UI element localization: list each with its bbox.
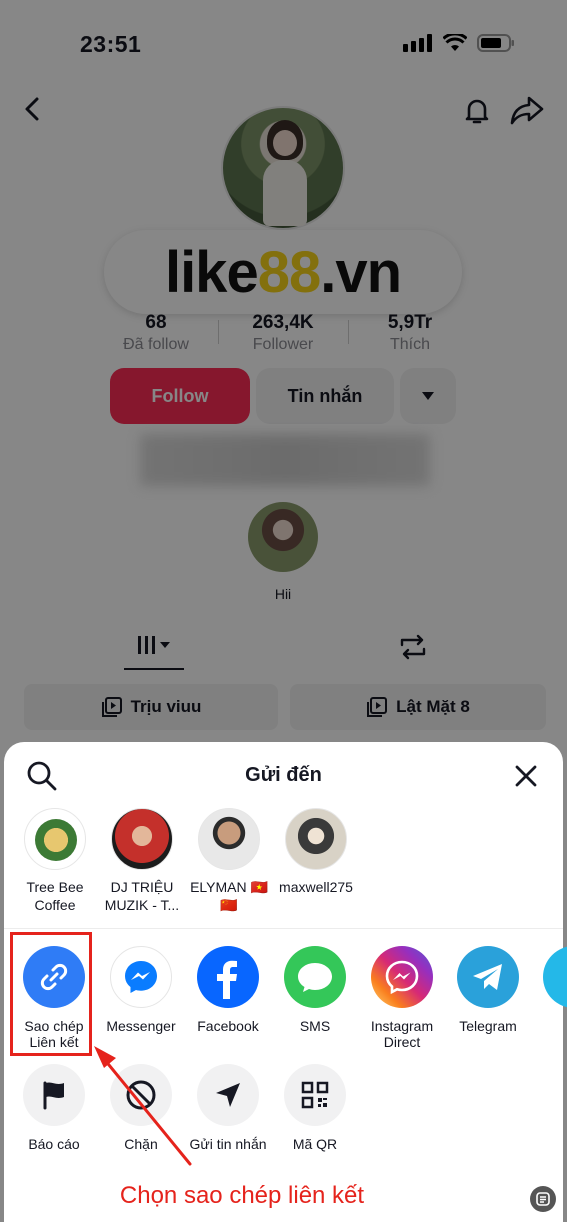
contact-avatar (111, 808, 173, 870)
sms-share-button[interactable]: SMS (271, 940, 359, 1034)
send-message-button[interactable]: Gửi tin nhắn (184, 1060, 272, 1152)
screenshot-tool-icon[interactable] (530, 1186, 556, 1212)
facebook-share-button[interactable]: Facebook (184, 940, 272, 1034)
recent-contacts: Tree Bee Coffee DJ TRIỆU MUZIK - T... EL… (4, 804, 563, 924)
contact-item[interactable]: maxwell275 (273, 804, 359, 896)
close-icon[interactable] (512, 762, 540, 790)
action-label: Gửi tin nhắn (189, 1136, 267, 1152)
contact-avatar (198, 808, 260, 870)
block-button[interactable]: Chặn (97, 1060, 185, 1152)
qr-code-icon (284, 1064, 346, 1126)
share-actions-row: Báo cáo Chặn Gửi tin nhắn Mã QR (4, 1060, 563, 1160)
app-label: Telegram (459, 1018, 517, 1034)
sms-icon (284, 946, 346, 1008)
contact-item[interactable]: ELYMAN 🇻🇳 🇨🇳 (186, 804, 272, 914)
flag-icon (23, 1064, 85, 1126)
highlight-box (10, 932, 92, 1056)
qr-code-button[interactable]: Mã QR (271, 1060, 359, 1152)
instagram-direct-share-button[interactable]: Instagram Direct (358, 940, 446, 1050)
contact-avatar (285, 808, 347, 870)
contact-avatar (24, 808, 86, 870)
block-icon (110, 1064, 172, 1126)
app-label: E (530, 1018, 567, 1034)
app-label: SMS (299, 1018, 331, 1034)
partial-app-icon (543, 946, 567, 1008)
app-label: Instagram Direct (370, 1018, 434, 1050)
action-label: Mã QR (292, 1136, 338, 1152)
app-label: Messenger (106, 1018, 176, 1034)
report-button[interactable]: Báo cáo (10, 1060, 98, 1152)
instagram-direct-icon (371, 946, 433, 1008)
contact-name: maxwell275 (279, 879, 353, 895)
action-label: Báo cáo (28, 1136, 80, 1152)
phone-screen: 23:51 like 88 .vn 68 Đã follow 263,4K Fo… (0, 0, 567, 1222)
messenger-share-button[interactable]: Messenger (97, 940, 185, 1034)
share-sheet-title: Gửi đến (245, 764, 322, 786)
contact-item[interactable]: DJ TRIỆU MUZIK - T... (99, 804, 185, 914)
contact-item[interactable]: Tree Bee Coffee (12, 804, 98, 914)
send-icon (197, 1064, 259, 1126)
contact-name: DJ TRIỆU MUZIK - T... (104, 879, 180, 913)
annotation-text: Chọn sao chép liên kết (119, 1182, 365, 1209)
telegram-icon (457, 946, 519, 1008)
messenger-icon (110, 946, 172, 1008)
contact-name: ELYMAN 🇻🇳 🇨🇳 (190, 879, 268, 913)
telegram-share-button[interactable]: Telegram (444, 940, 532, 1034)
action-label: Chặn (124, 1136, 158, 1152)
contact-name: Tree Bee Coffee (26, 879, 84, 913)
facebook-icon (197, 946, 259, 1008)
divider (4, 928, 563, 929)
more-app-share-button[interactable]: E (530, 940, 567, 1034)
app-label: Facebook (197, 1018, 259, 1034)
